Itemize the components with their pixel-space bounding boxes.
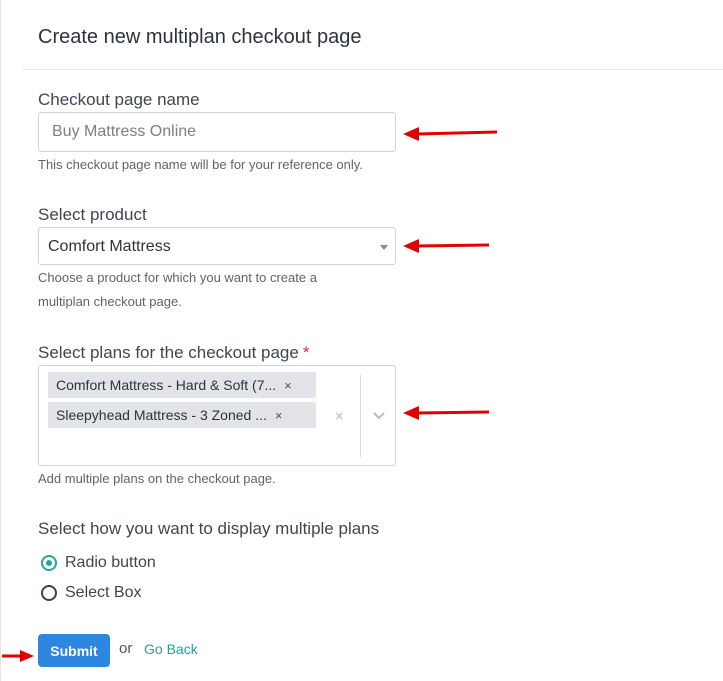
chevron-down-icon[interactable]: [372, 407, 386, 425]
caret-down-icon: [380, 245, 388, 250]
plans-label: Select plans for the checkout page *: [38, 343, 309, 363]
red-arrow-icon: [2, 650, 34, 662]
plan-tag: Comfort Mattress - Hard & Soft (7... ×: [48, 372, 316, 398]
radio-option-label: Select Box: [65, 584, 142, 601]
plan-tag-label: Comfort Mattress - Hard & Soft (7...: [56, 377, 277, 393]
red-arrow-icon: [403, 127, 498, 141]
remove-plan-icon[interactable]: ×: [284, 378, 292, 393]
required-mark: *: [302, 343, 310, 362]
display-mode-label: Select how you want to display multiple …: [38, 519, 380, 538]
go-back-link[interactable]: Go Back: [144, 641, 198, 657]
checkout-name-label: Checkout page name: [38, 90, 200, 109]
red-arrow-icon: [403, 239, 490, 253]
plans-multiselect[interactable]: Comfort Mattress - Hard & Soft (7... × S…: [38, 365, 396, 466]
plans-label-text: Select plans for the checkout page: [38, 343, 299, 362]
plan-tag: Sleepyhead Mattress - 3 Zoned ... ×: [48, 402, 316, 428]
radio-option-label: Radio button: [65, 554, 156, 571]
or-text: or: [119, 640, 133, 657]
product-help: Choose a product for which you want to c…: [38, 270, 317, 309]
plan-tag-label: Sleepyhead Mattress - 3 Zoned ...: [56, 407, 267, 423]
product-select[interactable]: Comfort Mattress: [38, 227, 396, 265]
radio-option-select-box[interactable]: Select Box: [41, 584, 141, 602]
checkout-name-help: This checkout page name will be for your…: [38, 157, 363, 172]
radio-checked-icon[interactable]: [41, 555, 57, 571]
clear-all-icon[interactable]: ×: [335, 408, 344, 425]
radio-unchecked-icon[interactable]: [41, 585, 57, 601]
indicator-separator: [360, 375, 361, 457]
page-title: Create new multiplan checkout page: [38, 26, 362, 48]
product-label: Select product: [38, 205, 147, 224]
checkout-name-input[interactable]: [39, 113, 395, 151]
red-arrow-icon: [403, 406, 490, 420]
product-selected-value: Comfort Mattress: [48, 238, 171, 255]
checkout-name-field[interactable]: [38, 112, 396, 152]
page-header: Create new multiplan checkout page: [23, 0, 723, 70]
submit-button[interactable]: Submit: [38, 634, 110, 667]
checkout-form-panel: Create new multiplan checkout page Check…: [0, 0, 723, 681]
remove-plan-icon[interactable]: ×: [275, 408, 283, 423]
radio-option-radio-button[interactable]: Radio button: [41, 554, 156, 572]
plans-help: Add multiple plans on the checkout page.: [38, 471, 276, 486]
